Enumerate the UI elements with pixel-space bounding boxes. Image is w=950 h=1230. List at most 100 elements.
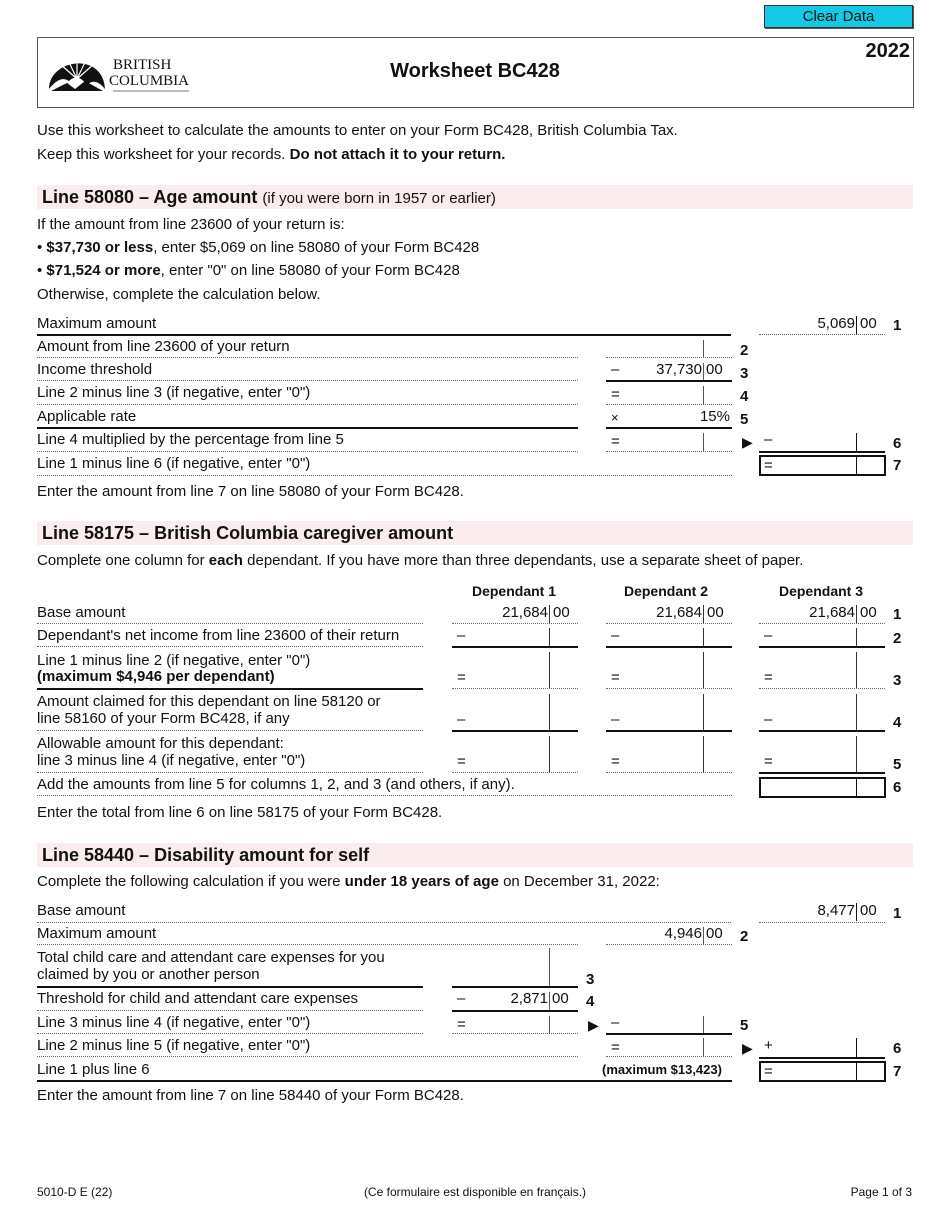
age-line6-total-input[interactable] — [772, 433, 884, 451]
line-number: 6 — [893, 1040, 902, 1057]
divider — [606, 623, 732, 624]
cents-separator — [856, 1062, 857, 1081]
divider — [37, 772, 423, 773]
dependant-1-line-5-input[interactable] — [452, 734, 578, 772]
disability-row-3-label-1: Total child care and attendant care expe… — [37, 949, 385, 966]
disability-line7-box[interactable] — [759, 1061, 886, 1082]
age-line2-input[interactable] — [606, 340, 732, 357]
dependant-3-line-5-input[interactable] — [759, 734, 885, 772]
disability-line4-dollars: 2,871 — [510, 990, 548, 1007]
equals-operator: = — [611, 433, 620, 450]
minus-operator: – — [764, 627, 773, 644]
divider — [759, 334, 885, 335]
divider — [37, 357, 578, 358]
age-line7-box[interactable] — [759, 455, 886, 476]
dependant-2-line-5-input[interactable] — [606, 734, 732, 772]
disability-line5-input[interactable] — [466, 1016, 578, 1033]
divider — [452, 1033, 578, 1034]
age-row-2-label: Amount from line 23600 of your return — [37, 338, 290, 355]
disability-row-7-label: Line 1 plus line 6 — [37, 1061, 150, 1078]
page-number: Page 1 of 3 — [850, 1185, 912, 1199]
cents-separator — [856, 778, 857, 797]
age-row-4-label: Line 2 minus line 3 (if negative, enter … — [37, 384, 311, 401]
disability-line3-input[interactable] — [452, 948, 578, 986]
age-line4-input[interactable] — [620, 386, 732, 404]
line-number: 7 — [893, 457, 902, 474]
arrow-right-icon: ▶ — [742, 434, 753, 450]
caregiver-row-5-label-1: Allowable amount for this dependant: — [37, 735, 284, 752]
page-title: Worksheet BC428 — [390, 60, 560, 82]
disability-line6-total-input[interactable] — [772, 1038, 884, 1057]
divider — [37, 451, 578, 452]
dependant-2-line-4-input[interactable] — [606, 692, 732, 730]
disability-line1-dollars[interactable]: 8,477 — [759, 902, 855, 919]
divider — [37, 922, 731, 923]
line-number: 7 — [893, 1063, 902, 1080]
dependant-1-line-2-input[interactable] — [452, 626, 578, 646]
minus-operator: – — [611, 711, 620, 728]
column-header-dependant-1: Dependant 1 — [471, 583, 556, 599]
line-number: 3 — [893, 672, 902, 689]
age-line3-cents: 00 — [706, 361, 723, 378]
arrow-right-icon: ▶ — [742, 1040, 753, 1056]
divider — [606, 944, 732, 945]
clear-data-button[interactable]: Clear Data — [764, 5, 913, 28]
divider — [606, 357, 732, 358]
maximum-note: (maximum $13,423) — [602, 1062, 722, 1077]
cents-separator — [703, 927, 704, 944]
line-number: 1 — [893, 606, 902, 623]
divider — [37, 646, 423, 647]
disability-line1-cents[interactable]: 00 — [860, 902, 877, 919]
caregiver-row-1-label: Base amount — [37, 604, 126, 621]
line-number: 4 — [740, 388, 749, 405]
minus-operator: – — [611, 361, 620, 378]
age-line1-dollars[interactable]: 5,069 — [759, 315, 855, 332]
divider — [606, 646, 732, 648]
dependant-1-line-3-input[interactable] — [452, 650, 578, 688]
disability-line4-cents: 00 — [552, 990, 569, 1007]
dependant-1-line-4-input[interactable] — [452, 692, 578, 730]
divider — [452, 730, 578, 732]
age-row-5-label: Applicable rate — [37, 408, 137, 425]
age-line6-input[interactable] — [620, 433, 732, 451]
times-operator: × — [611, 410, 619, 425]
dependant-3-base-cents: 00 — [860, 604, 877, 621]
divider — [37, 1056, 578, 1057]
age-otherwise: Otherwise, complete the calculation belo… — [37, 286, 321, 303]
dependant-3-line-4-input[interactable] — [759, 692, 885, 730]
divider — [37, 623, 423, 624]
disability-line6-input[interactable] — [620, 1038, 732, 1056]
divider — [606, 451, 732, 452]
equals-operator: = — [611, 669, 620, 686]
disability-line5-right-input[interactable] — [620, 1016, 732, 1033]
dependant-3-line-2-input[interactable] — [759, 626, 885, 646]
dependant-2-line-3-input[interactable] — [606, 650, 732, 688]
french-availability-note: (Ce formulaire est disponible en françai… — [363, 1185, 587, 1199]
disability-row-6-label: Line 2 minus line 5 (if negative, enter … — [37, 1037, 311, 1054]
minus-operator: – — [611, 1014, 620, 1031]
caregiver-row-3-label-2: (maximum $4,946 per dependant) — [37, 668, 275, 685]
disability-line2-cents[interactable]: 00 — [706, 925, 723, 942]
dependant-3-line-3-input[interactable] — [759, 650, 885, 688]
divider — [37, 427, 578, 429]
disability-line2-dollars[interactable]: 4,946 — [606, 925, 702, 942]
divider — [759, 1057, 885, 1059]
caregiver-row-4-label-2: line 58160 of your Form BC428, if any — [37, 710, 290, 727]
divider — [759, 646, 885, 648]
line-number: 4 — [893, 714, 902, 731]
column-header-dependant-3: Dependant 3 — [778, 583, 863, 599]
divider — [606, 380, 732, 382]
divider — [606, 772, 732, 773]
dependant-2-base-cents: 00 — [707, 604, 724, 621]
divider — [37, 404, 578, 405]
dependant-1-base-dollars: 21,684 — [502, 604, 548, 621]
age-line1-cents[interactable]: 00 — [860, 315, 877, 332]
line-number: 5 — [893, 756, 902, 773]
caregiver-line6-total-box[interactable] — [759, 777, 886, 798]
age-bullet-2: • $71,524 or more, enter "0" on line 580… — [37, 262, 460, 279]
divider — [37, 730, 423, 731]
line-number: 4 — [586, 993, 595, 1010]
minus-operator: – — [457, 711, 466, 728]
dependant-2-line-2-input[interactable] — [606, 626, 732, 646]
dependant-3-base-dollars: 21,684 — [809, 604, 855, 621]
